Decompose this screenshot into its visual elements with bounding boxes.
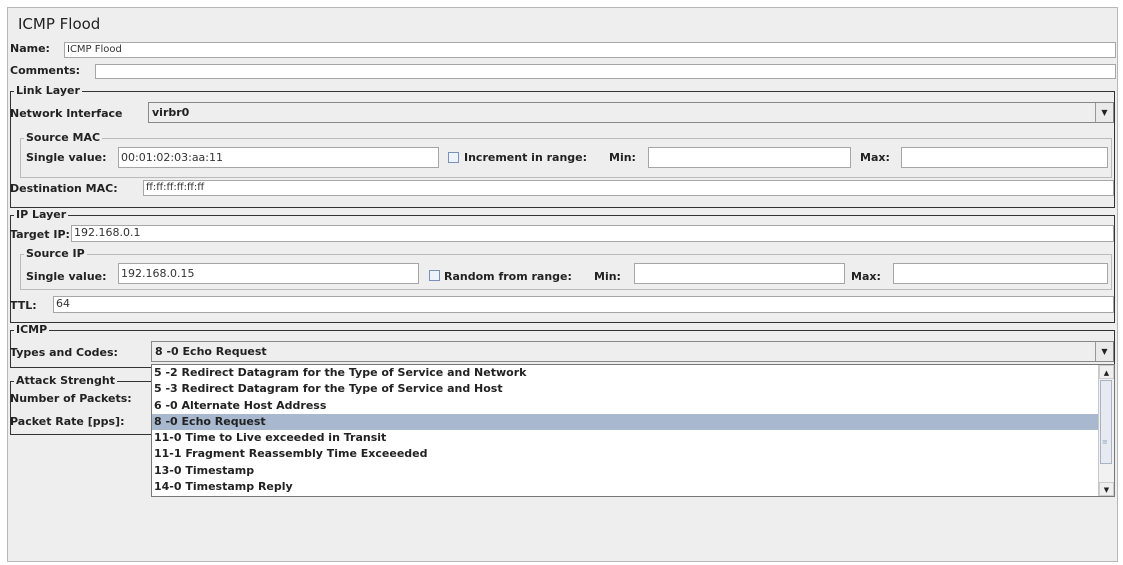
page-title: ICMP Flood — [18, 15, 101, 33]
ip-min-field[interactable] — [634, 263, 845, 284]
comments-label: Comments: — [10, 64, 81, 77]
destination-mac-field[interactable]: ff:ff:ff:ff:ff:ff — [143, 180, 1114, 196]
chevron-down-icon[interactable]: ▼ — [1095, 103, 1113, 122]
chevron-down-icon[interactable]: ▼ — [1095, 342, 1113, 361]
destination-mac-label: Destination MAC: — [10, 182, 118, 195]
source-mac-single-label: Single value: — [26, 151, 107, 164]
network-interface-value: virbr0 — [152, 106, 190, 119]
packet-rate-label: Packet Rate [pps]: — [10, 415, 125, 428]
scroll-up-icon[interactable]: ▲ — [1099, 365, 1114, 379]
mac-max-label: Max: — [860, 151, 890, 164]
types-codes-combo[interactable]: 8 -0 Echo Request ▼ — [151, 341, 1114, 362]
mac-max-field[interactable] — [901, 147, 1108, 168]
source-mac-single-field[interactable]: 00:01:02:03:aa:11 — [118, 147, 439, 168]
ip-min-label: Min: — [594, 270, 621, 283]
mac-min-label: Min: — [609, 151, 636, 164]
list-item-selected[interactable]: 8 -0 Echo Request — [152, 413, 1098, 431]
types-codes-dropdown-list[interactable]: 5 -2 Redirect Datagram for the Type of S… — [151, 364, 1115, 497]
increment-range-checkbox[interactable] — [448, 152, 459, 163]
random-range-label: Random from range: — [444, 270, 572, 283]
list-item[interactable]: 11-1 Fragment Reassembly Time Exceeeded — [152, 446, 1098, 462]
list-item[interactable]: 11-0 Time to Live exceeded in Transit — [152, 430, 1098, 446]
types-codes-value: 8 -0 Echo Request — [155, 345, 267, 358]
types-codes-label: Types and Codes: — [10, 346, 118, 359]
list-item[interactable]: 5 -2 Redirect Datagram for the Type of S… — [152, 365, 1098, 381]
random-range-checkbox[interactable] — [429, 270, 440, 281]
source-ip-single-field[interactable]: 192.168.0.15 — [118, 263, 419, 284]
network-interface-combo[interactable]: virbr0 ▼ — [148, 102, 1114, 123]
target-ip-field[interactable]: 192.168.0.1 — [71, 225, 1114, 242]
network-interface-label: Network Interface — [10, 107, 123, 120]
dropdown-scrollbar[interactable]: ▲ ≡ ▼ — [1098, 365, 1114, 496]
list-item[interactable]: 14-0 Timestamp Reply — [152, 479, 1098, 495]
scrollbar-thumb[interactable] — [1100, 380, 1112, 464]
comments-field[interactable] — [95, 64, 1116, 79]
mac-min-field[interactable] — [648, 147, 851, 168]
scroll-down-icon[interactable]: ▼ — [1099, 482, 1114, 496]
icmp-legend: ICMP — [14, 323, 50, 336]
source-ip-single-label: Single value: — [26, 270, 107, 283]
icmp-flood-panel: ICMP Flood Name: ICMP Flood Comments: Li… — [7, 7, 1118, 562]
ip-layer-legend: IP Layer — [14, 208, 69, 221]
grip-icon: ≡ — [1102, 438, 1108, 446]
ttl-field[interactable]: 64 — [53, 296, 1114, 313]
link-layer-legend: Link Layer — [14, 84, 82, 97]
attack-strength-legend: Attack Strenght — [14, 374, 117, 387]
source-mac-legend: Source MAC — [24, 131, 103, 144]
list-item[interactable]: 5 -3 Redirect Datagram for the Type of S… — [152, 381, 1098, 397]
list-item[interactable]: 6 -0 Alternate Host Address — [152, 398, 1098, 414]
source-ip-legend: Source IP — [24, 247, 87, 260]
ttl-label: TTL: — [10, 299, 37, 312]
increment-range-label: Increment in range: — [464, 151, 588, 164]
name-label: Name: — [10, 42, 50, 55]
list-item[interactable]: 13-0 Timestamp — [152, 463, 1098, 479]
packets-label: Number of Packets: — [10, 392, 132, 405]
ip-max-field[interactable] — [893, 263, 1108, 284]
ip-max-label: Max: — [851, 270, 881, 283]
target-ip-label: Target IP: — [10, 228, 70, 241]
name-field[interactable]: ICMP Flood — [64, 42, 1116, 58]
